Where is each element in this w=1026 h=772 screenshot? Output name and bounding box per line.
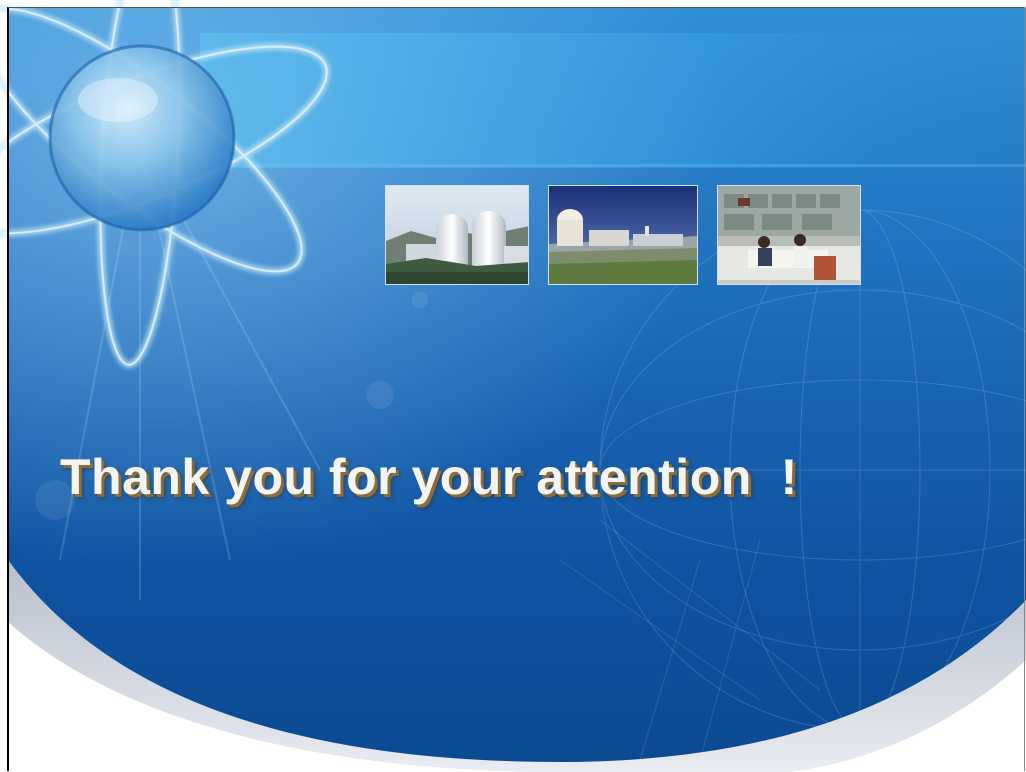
photo-strip <box>385 185 861 285</box>
slide: Thank you for your attention ! <box>0 0 1026 772</box>
control-room-photo <box>717 185 861 285</box>
thank-you-message: Thank you for your attention ! <box>60 449 798 505</box>
reactor-site-photo <box>548 185 698 285</box>
containment-domes-photo <box>385 185 529 285</box>
slide-background <box>0 0 1026 772</box>
